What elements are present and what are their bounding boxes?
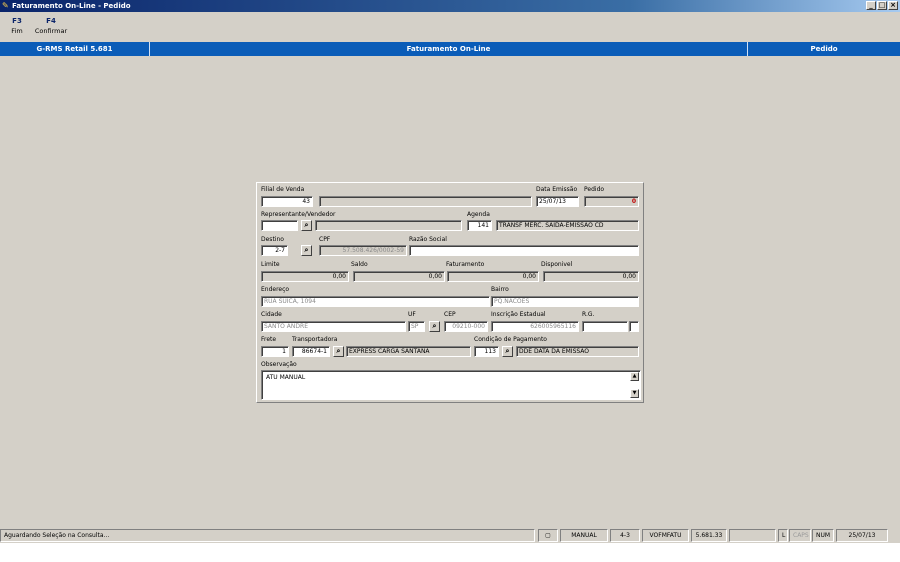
razao-social-label: Razão Social	[409, 236, 447, 243]
representante-name-field	[315, 220, 462, 231]
endereco-field: RUA SUICA, 1094	[261, 296, 490, 307]
observacao-scrollbar[interactable]: ▲ ▼	[630, 372, 639, 398]
inscricao-estadual-field: 626005965116	[491, 321, 579, 332]
scroll-down-icon[interactable]: ▼	[630, 389, 639, 398]
limite-label: Limite	[261, 261, 280, 268]
data-emissao-label: Data Emissão	[536, 186, 578, 193]
transportadora-name-field: EXPRESS CARGA SANTANA	[346, 346, 471, 357]
agenda-label: Agenda	[467, 211, 490, 218]
bairro-label: Bairro	[491, 286, 509, 293]
endereco-label: Endereço	[261, 286, 290, 293]
window-title-bar[interactable]: ✎ Faturamento On-Line - Pedido _ □ ×	[0, 0, 900, 12]
order-form-panel: Filial de Venda 43 Data Emissão 25/07/13…	[256, 182, 644, 403]
function-key-toolbar: F3 Fim F4 Confirmar	[0, 13, 900, 41]
condicao-pagamento-description: DDE DATA DA EMISSAO	[516, 346, 639, 357]
rg-label: R.G.	[582, 311, 595, 318]
binoculars-icon[interactable]: ⌕	[301, 220, 312, 231]
cep-label: CEP	[444, 311, 456, 318]
status-l: L	[778, 529, 788, 542]
filial-label: Filial de Venda	[261, 186, 305, 193]
destino-label: Destino	[261, 236, 284, 243]
cidade-label: Cidade	[261, 311, 282, 318]
binoculars-icon[interactable]: ⌕	[502, 346, 513, 357]
status-program: VOFMFATU	[642, 529, 689, 542]
faturamento-label: Faturamento	[446, 261, 485, 268]
bottom-strip	[0, 543, 900, 562]
filial-name-field	[319, 196, 532, 207]
transportadora-label: Transportadora	[292, 336, 338, 343]
restore-button[interactable]: □	[877, 1, 887, 10]
f4-key-label: F4	[46, 17, 56, 25]
status-version-code: 4-3	[610, 529, 640, 542]
uf-field: SP	[408, 321, 425, 332]
status-date: 25/07/13	[836, 529, 888, 542]
cpf-label: CPF	[319, 236, 331, 243]
status-caps: CAPS	[789, 529, 811, 542]
cep-field: 09210-000	[444, 321, 488, 332]
app-icon: ✎	[2, 1, 9, 10]
screen-name: Pedido	[810, 45, 838, 53]
filial-input[interactable]: 43	[261, 196, 313, 207]
saldo-label: Saldo	[351, 261, 368, 268]
razao-social-field[interactable]	[409, 245, 639, 256]
status-mode: MANUAL	[560, 529, 608, 542]
limite-field: 0,00	[261, 271, 349, 282]
observacao-textarea[interactable]: ATU MANUAL ▲ ▼	[261, 370, 641, 400]
pedido-label: Pedido	[584, 186, 605, 193]
status-blank	[729, 529, 776, 542]
saldo-field: 0,00	[353, 271, 445, 282]
status-num: NUM	[812, 529, 834, 542]
inscricao-estadual-label: Inscrição Estadual	[491, 311, 546, 318]
agenda-input[interactable]: 141	[467, 220, 492, 231]
binoculars-icon[interactable]: ⌕	[301, 245, 312, 256]
context-bar: G-RMS Retail 5.681 Faturamento On-Line P…	[0, 42, 900, 56]
binoculars-icon[interactable]: ⌕	[333, 346, 344, 357]
data-emissao-input[interactable]: 25/07/13	[536, 196, 579, 207]
condicao-pagamento-label: Condição de Pagamento	[474, 336, 547, 343]
status-build: 5.681.33	[691, 529, 727, 542]
close-button[interactable]: ×	[888, 1, 898, 10]
product-name: G-RMS Retail 5.681	[0, 42, 150, 56]
representante-input[interactable]	[261, 220, 298, 231]
representante-label: Representante/Vendedor	[261, 211, 336, 218]
f4-action-label: Confirmar	[34, 27, 68, 35]
scroll-track[interactable]	[630, 381, 639, 389]
status-message: Aguardando Seleção na Consulta...	[0, 529, 535, 542]
f4-confirmar-button[interactable]: F4 Confirmar	[34, 17, 68, 35]
transportadora-input[interactable]: 86674-1	[292, 346, 330, 357]
cidade-field: SANTO ANDRE	[261, 321, 406, 332]
frete-label: Frete	[261, 336, 277, 343]
faturamento-field: 0,00	[447, 271, 539, 282]
destino-input[interactable]: 2-7	[261, 245, 288, 256]
clipboard-icon: ▢	[538, 529, 558, 542]
window-title: Faturamento On-Line - Pedido	[12, 2, 131, 10]
window-controls: _ □ ×	[866, 1, 898, 10]
scroll-up-icon[interactable]: ▲	[630, 372, 639, 381]
cpf-field: 57.508.426/0002-59	[319, 245, 407, 256]
disponivel-field: 0,00	[543, 271, 639, 282]
module-name: Faturamento On-Line	[150, 42, 748, 56]
bairro-field: PQ.NACOES	[491, 296, 639, 307]
agenda-description: TRANSF MERC. SAIDA-EMISSAO CD	[496, 220, 639, 231]
pedido-number-field: 0	[584, 196, 639, 207]
uf-label: UF	[408, 311, 416, 318]
f3-key-label: F3	[12, 17, 22, 25]
f3-action-label: Fim	[11, 27, 23, 35]
minimize-button[interactable]: _	[866, 1, 876, 10]
status-bar: Aguardando Seleção na Consulta... ▢ MANU…	[0, 528, 900, 543]
observacao-label: Observação	[261, 361, 297, 368]
rg-field[interactable]	[582, 321, 628, 332]
disponivel-label: Disponivel	[541, 261, 573, 268]
frete-input[interactable]: 1	[261, 346, 289, 357]
condicao-pagamento-input[interactable]: 113	[474, 346, 499, 357]
rg-extra-field[interactable]	[629, 321, 639, 332]
f3-fim-button[interactable]: F3 Fim	[8, 17, 26, 35]
binoculars-icon[interactable]: ⌕	[429, 321, 440, 332]
observacao-text: ATU MANUAL	[266, 374, 306, 381]
